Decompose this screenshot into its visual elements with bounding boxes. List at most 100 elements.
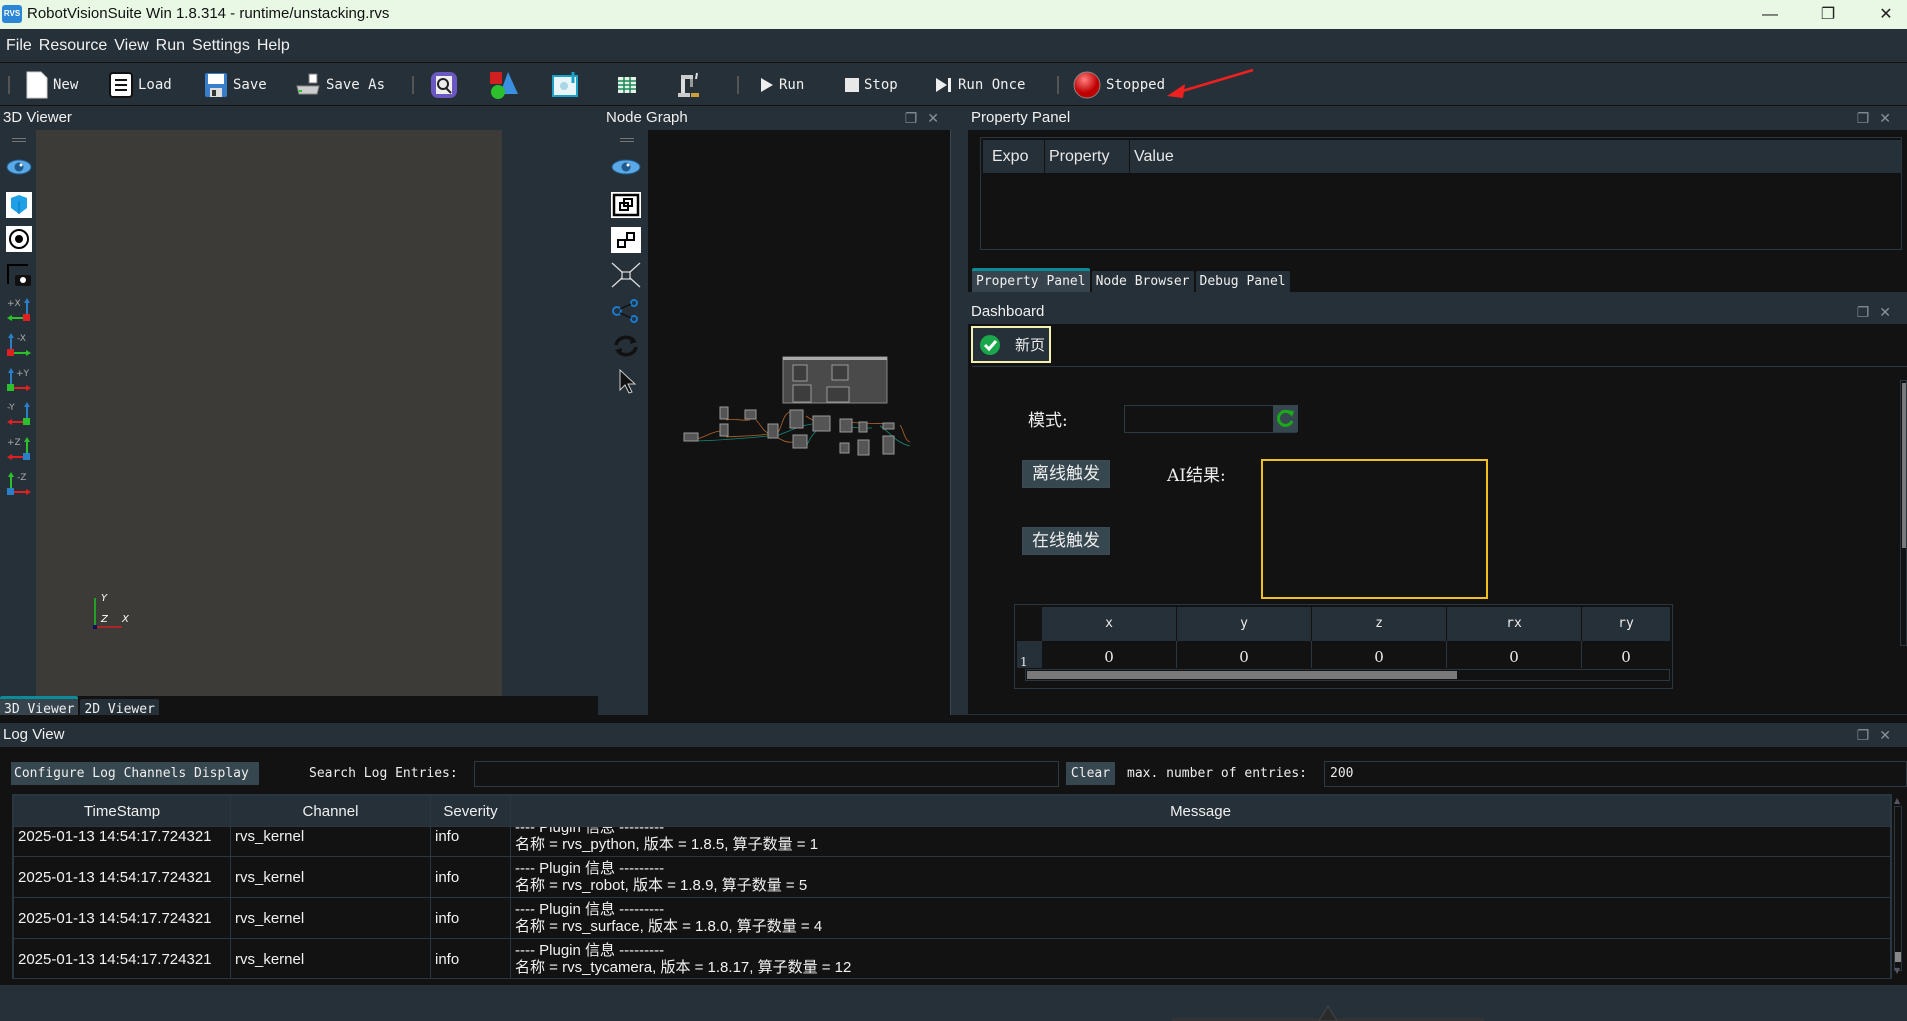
eye-icon[interactable] (6, 154, 32, 180)
table-button[interactable] (617, 70, 637, 100)
splitter[interactable] (0, 715, 1907, 723)
view-minus-z-icon[interactable]: -Z (6, 470, 32, 496)
configure-log-channels-button[interactable]: Configure Log Channels Display (11, 762, 259, 785)
cell-z[interactable]: 0 (1312, 641, 1447, 668)
column-timestamp[interactable]: TimeStamp (13, 795, 231, 827)
stop-button[interactable]: Stop (845, 70, 898, 100)
online-trigger-button[interactable]: 在线触发 (1022, 527, 1110, 555)
scrollbar-thumb[interactable] (1902, 383, 1906, 548)
menu-run[interactable]: Run (155, 29, 186, 63)
cell-y[interactable]: 0 (1177, 641, 1312, 668)
minimize-button[interactable]: — (1747, 0, 1793, 29)
close-panel-icon[interactable]: ✕ (927, 110, 949, 126)
view-minus-y-icon[interactable]: -Y (6, 400, 32, 426)
inspect-button[interactable] (430, 70, 458, 100)
menu-file[interactable]: File (5, 29, 33, 63)
save-button[interactable]: Save (204, 70, 267, 100)
close-panel-icon[interactable]: ✕ (1879, 727, 1901, 743)
cell-x[interactable]: 0 (1042, 641, 1177, 668)
column-x[interactable]: x (1042, 607, 1177, 641)
log-row[interactable]: 2025-01-13 14:54:17.724321 rvs_kernel in… (13, 938, 1891, 978)
shapes-button[interactable] (488, 70, 520, 100)
refresh-icon[interactable] (611, 333, 641, 359)
node-graph-canvas[interactable] (648, 130, 950, 715)
select-pointer-icon[interactable] (611, 368, 641, 394)
log-vertical-scrollbar[interactable]: ▲ ▼ (1893, 794, 1903, 979)
log-row[interactable]: 2025-01-13 14:54:17.724321 rvs_kernel in… (13, 827, 1891, 857)
menu-help[interactable]: Help (256, 29, 291, 63)
eye-icon[interactable] (611, 154, 641, 180)
scroll-up-icon[interactable]: ▲ (1894, 796, 1900, 805)
mode-select[interactable]: ▼ (1124, 405, 1297, 433)
target-icon[interactable] (6, 226, 32, 252)
splitter[interactable] (968, 292, 1907, 296)
column-y[interactable]: y (1177, 607, 1312, 641)
menu-view[interactable]: View (113, 29, 149, 63)
column-message[interactable]: Message (510, 795, 1891, 827)
column-ry[interactable]: ry (1582, 607, 1670, 641)
toolbar-grip[interactable] (12, 138, 26, 142)
max-entries-input[interactable]: 200 (1324, 761, 1907, 787)
connect-nodes-icon[interactable] (611, 298, 641, 324)
collapse-arrow-icon[interactable] (1318, 1005, 1338, 1021)
column-rx[interactable]: rx (1447, 607, 1582, 641)
scrollbar-thumb[interactable] (1895, 952, 1901, 962)
float-icon[interactable]: ❐ (1857, 304, 1880, 320)
axis-x-label: X (122, 614, 129, 625)
refresh-mode-button[interactable] (1273, 405, 1298, 432)
offline-trigger-button[interactable]: 离线触发 (1022, 460, 1110, 488)
scroll-down-icon[interactable]: ▼ (1894, 966, 1900, 975)
cell-ry[interactable]: 0 (1582, 641, 1670, 668)
ungroup-nodes-icon[interactable] (611, 227, 641, 253)
run-once-button[interactable]: Run Once (935, 70, 1025, 100)
row-header[interactable]: 1 (1017, 641, 1042, 669)
toolbar-grip[interactable] (620, 138, 634, 142)
tab-node-browser[interactable]: Node Browser (1091, 271, 1194, 292)
node-graph-scrollbar[interactable] (950, 130, 958, 715)
scrollbar-thumb[interactable] (1027, 671, 1457, 679)
fit-view-icon[interactable] (611, 262, 641, 288)
log-row[interactable]: 2025-01-13 14:54:17.724321 rvs_kernel in… (13, 856, 1891, 898)
image-tool-button[interactable] (551, 70, 581, 100)
load-button[interactable]: Load (109, 70, 172, 100)
close-button[interactable]: ✕ (1863, 0, 1907, 29)
column-severity[interactable]: Severity (430, 795, 511, 827)
new-button[interactable]: New (26, 70, 78, 100)
save-as-button[interactable]: Save As (295, 70, 385, 100)
cell-rx[interactable]: 0 (1447, 641, 1582, 668)
float-icon[interactable]: ❐ (1857, 727, 1880, 743)
toolbar-handle[interactable] (8, 76, 10, 94)
log-row[interactable]: 2025-01-13 14:54:17.724321 rvs_kernel in… (13, 897, 1891, 939)
view-minus-x-icon[interactable]: -X (6, 331, 32, 357)
robot-button[interactable] (675, 70, 701, 100)
group-nodes-icon[interactable] (611, 192, 641, 218)
column-property[interactable]: Property (1045, 140, 1130, 173)
run-button[interactable]: Run (760, 70, 804, 100)
screenshot-camera-icon[interactable] (6, 262, 32, 288)
float-icon[interactable]: ❐ (905, 110, 928, 126)
view-plus-x-icon[interactable]: +X (6, 296, 32, 322)
ai-result-box (1261, 459, 1488, 599)
menu-resource[interactable]: Resource (38, 29, 108, 63)
float-icon[interactable]: ❐ (1857, 110, 1880, 126)
dashboard-vertical-scrollbar[interactable] (1900, 380, 1907, 646)
view-plus-z-icon[interactable]: +Z (6, 435, 32, 461)
menu-settings[interactable]: Settings (191, 29, 251, 63)
table-horizontal-scrollbar[interactable] (1025, 669, 1670, 681)
dashboard-page-tab[interactable]: 新页 (971, 326, 1051, 363)
close-panel-icon[interactable]: ✕ (1879, 304, 1901, 320)
column-value[interactable]: Value (1130, 140, 1174, 173)
close-panel-icon[interactable]: ✕ (1879, 110, 1901, 126)
column-expo[interactable]: Expo (988, 140, 1045, 173)
view-plus-y-icon[interactable]: +Y (6, 366, 32, 392)
viewer3d-canvas[interactable]: Y Z X (36, 130, 502, 702)
cube-view-icon[interactable] (6, 192, 32, 218)
tab-property-panel[interactable]: Property Panel (972, 268, 1090, 292)
refresh-green-icon (1277, 409, 1294, 427)
column-z[interactable]: z (1312, 607, 1447, 641)
restore-button[interactable]: ❐ (1805, 0, 1851, 29)
clear-log-button[interactable]: Clear (1066, 762, 1115, 785)
tab-debug-panel[interactable]: Debug Panel (1195, 271, 1290, 292)
search-log-input[interactable] (474, 761, 1059, 787)
column-channel[interactable]: Channel (230, 795, 431, 827)
